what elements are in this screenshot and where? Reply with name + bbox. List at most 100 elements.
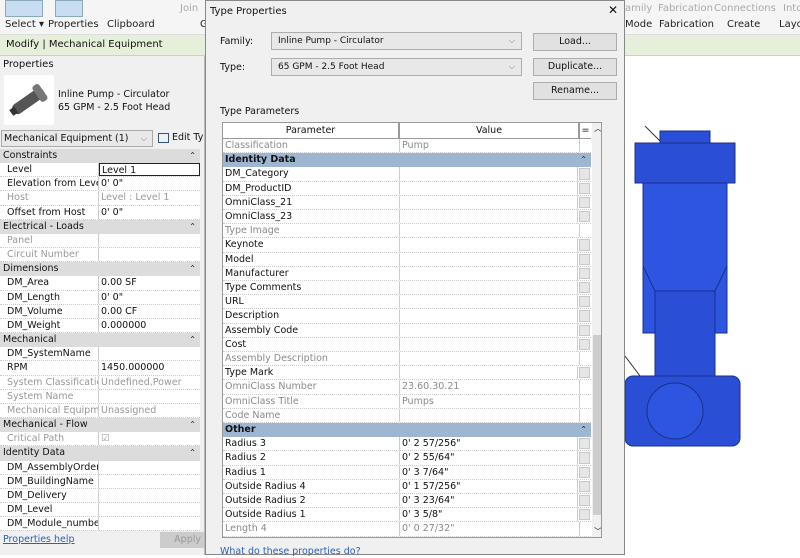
property-row[interactable]: System Name (0, 389, 200, 404)
property-value[interactable] (99, 517, 200, 530)
property-value[interactable] (99, 503, 200, 516)
property-value[interactable] (400, 309, 578, 323)
join-button[interactable]: Join (180, 3, 198, 14)
property-value[interactable] (99, 347, 200, 360)
property-row[interactable]: Level Level 1 (0, 163, 200, 178)
property-value[interactable]: 0' 2 55/64" (400, 451, 578, 465)
associate-parameter-button[interactable] (579, 310, 590, 322)
property-value[interactable] (400, 266, 578, 280)
property-row[interactable]: Type Comments (223, 281, 591, 296)
section-header[interactable]: Electrical - Loads ⌃ (0, 219, 200, 234)
property-value[interactable]: 0' 3 23/64" (400, 494, 578, 508)
property-value[interactable]: Level 1 (99, 163, 200, 177)
section-header[interactable]: Constraints ⌃ (0, 149, 200, 164)
property-row[interactable]: System Classification Undefined,Power (0, 375, 200, 390)
property-row[interactable]: Type Mark (223, 366, 591, 381)
collapse-icon[interactable]: ⌃ (189, 220, 196, 233)
scroll-up-icon[interactable]: ︿ (594, 123, 601, 134)
property-value[interactable]: 0' 0" (99, 206, 200, 219)
properties-help-link[interactable]: What do these properties do? (220, 546, 361, 557)
associate-parameter-button[interactable] (579, 182, 590, 194)
scroll-down-icon[interactable]: ﹀ (594, 526, 601, 537)
column-header-formula[interactable]: = (580, 123, 591, 138)
drawing-canvas[interactable] (624, 56, 800, 555)
property-row[interactable]: Radius 2 0' 2 55/64" (223, 451, 591, 466)
section-header[interactable]: Mechanical ⌃ (0, 333, 200, 348)
property-value[interactable]: 1450.000000 (99, 361, 200, 374)
scrollbar-thumb[interactable] (593, 335, 601, 515)
property-row[interactable]: OmniClass Number 23.60.30.21 (223, 380, 591, 395)
property-row[interactable]: Radius 3 0' 2 57/256" (223, 437, 591, 452)
property-row[interactable]: DM_Length 0' 0" (0, 290, 200, 305)
property-value[interactable] (400, 323, 578, 337)
associate-parameter-button[interactable] (579, 296, 590, 308)
property-row[interactable]: Critical Path ☑ (0, 432, 200, 447)
associate-parameter-button[interactable] (579, 367, 590, 379)
property-value[interactable]: 0' 2 57/256" (400, 437, 578, 451)
modify-tool-icon[interactable] (5, 0, 43, 17)
property-row[interactable]: DM_ProductID (223, 181, 591, 196)
property-row[interactable]: DM_Delivery (0, 488, 200, 503)
property-value[interactable] (400, 167, 578, 181)
property-value[interactable] (99, 489, 200, 502)
associate-parameter-button[interactable] (579, 239, 590, 251)
property-row[interactable]: DM_BuildingName (0, 474, 200, 489)
property-row[interactable]: Elevation from Level 0' 0" (0, 177, 200, 192)
property-row[interactable]: OmniClass Title Pumps (223, 394, 591, 409)
property-row[interactable]: DM_Module_number (0, 517, 200, 532)
property-row[interactable]: Assembly Code (223, 323, 591, 338)
property-value[interactable] (400, 337, 578, 351)
section-header[interactable]: Identity Data ⌃ (0, 446, 200, 461)
column-header-parameter[interactable]: Parameter (223, 123, 400, 138)
collapse-icon[interactable]: ⌃ (189, 333, 196, 346)
property-value[interactable]: 0.00 SF (99, 276, 200, 289)
property-row[interactable]: Classification Pump (223, 139, 591, 154)
associate-parameter-button[interactable] (579, 466, 590, 478)
property-value[interactable] (99, 475, 200, 488)
associate-parameter-button[interactable] (579, 438, 590, 450)
property-row[interactable]: OmniClass_23 (223, 210, 591, 225)
collapse-icon[interactable]: ⌃ (189, 149, 196, 162)
property-row[interactable]: Panel (0, 233, 200, 249)
properties-button[interactable]: Properties (48, 19, 99, 30)
property-value[interactable]: 0' 3 5/8" (400, 508, 578, 522)
associate-parameter-button[interactable] (579, 509, 590, 521)
property-value[interactable]: 0.00 CF (99, 305, 200, 318)
property-row[interactable]: Manufacturer (223, 266, 591, 281)
property-value[interactable] (400, 252, 578, 266)
section-header[interactable]: Other ⌃ (223, 423, 591, 438)
property-value[interactable]: 0' 0" (99, 177, 200, 190)
property-row[interactable]: DM_Volume 0.00 CF (0, 304, 200, 319)
property-value[interactable] (400, 195, 578, 209)
clipboard-panel[interactable]: Clipboard (107, 19, 155, 30)
family-dropdown[interactable]: Inline Pump - Circulator ⌵ (271, 32, 522, 50)
property-value[interactable] (400, 210, 578, 224)
family-tool[interactable]: amily (625, 3, 652, 14)
properties-tool-icon[interactable] (55, 0, 83, 17)
property-row[interactable]: Radius 1 0' 3 7/64" (223, 465, 591, 480)
property-value[interactable] (400, 281, 578, 295)
section-header[interactable]: Mechanical - Flow ⌃ (0, 418, 200, 433)
property-row[interactable]: Outside Radius 1 0' 3 5/8" (223, 508, 591, 523)
property-row[interactable]: DM_SystemName (0, 347, 200, 362)
associate-parameter-button[interactable] (579, 324, 590, 336)
design-fabrication-tool[interactable]: Fabrication (658, 3, 713, 14)
into-tool[interactable]: Into (783, 3, 800, 14)
section-header[interactable]: Identity Data ⌃ (223, 153, 591, 168)
property-value[interactable]: 0' 3 7/64" (400, 465, 578, 479)
associate-parameter-button[interactable] (579, 338, 590, 350)
associate-parameter-button[interactable] (579, 282, 590, 294)
property-value[interactable] (99, 461, 200, 474)
associate-parameter-button[interactable] (579, 211, 590, 223)
associate-parameter-button[interactable] (579, 196, 590, 208)
property-value[interactable] (400, 366, 578, 380)
property-row[interactable]: RPM 1450.000000 (0, 361, 200, 376)
property-value[interactable] (400, 295, 578, 309)
property-row[interactable]: Assembly Description (223, 352, 591, 367)
apply-button[interactable]: Apply (160, 532, 204, 548)
property-row[interactable]: Model (223, 252, 591, 267)
property-row[interactable]: DM_Level (0, 503, 200, 518)
collapse-icon[interactable]: ⌃ (189, 418, 196, 431)
property-row[interactable]: Length 4 0' 0 27/32" (223, 522, 591, 537)
collapse-icon[interactable]: ⌃ (189, 446, 196, 459)
